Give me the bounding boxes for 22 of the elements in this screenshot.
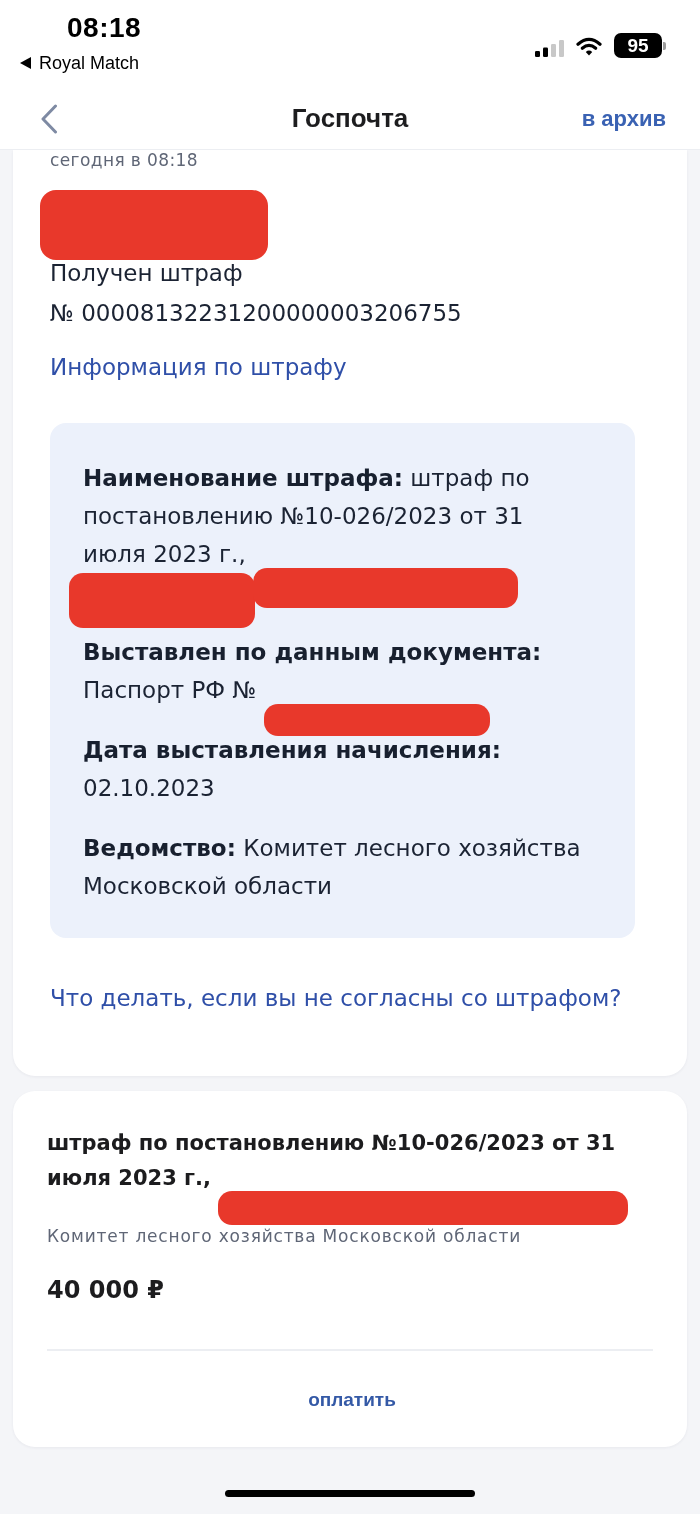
status-time: 08:18 (66, 12, 142, 44)
back-chevron-icon[interactable] (40, 103, 58, 134)
message-time: сегодня в 08:18 (50, 150, 200, 170)
back-app-link[interactable]: Royal Match (39, 53, 140, 73)
pay-button[interactable]: оплатить (284, 1378, 420, 1422)
fine-title: штраф по постановлению №10-026/2023 от 31 июля 2023 г., (47, 1131, 616, 1190)
battery-indicator: 95 (614, 33, 666, 58)
dispute-link[interactable]: Что делать, если вы не согласны со штрафом? (50, 978, 622, 1018)
fine-info-link[interactable]: Информация по штрафу (50, 347, 347, 387)
fine-detail-text: Выставлен по данным документа: Паспорт РФ № (83, 639, 542, 703)
fine-detail-text: Наименование штрафа: штраф по постановлению №10-026/2023 от 31 июля 2023 г., (83, 465, 530, 567)
wifi-icon (576, 37, 602, 56)
fine-number-text: № 00008132231200000003206755 (50, 299, 463, 328)
fine-detail-text: Ведомство: Комитет лесного хозяйства Московской области (83, 835, 581, 899)
message-subject: Получен штраф (50, 259, 244, 288)
screen-title: Госпочта (291, 102, 409, 135)
archive-link[interactable]: в архив (581, 102, 666, 135)
agency-name: Комитет лесного хозяйства Московской области (47, 1225, 523, 1247)
fine-detail-text: Дата выставления начисления: 02.10.2023 (83, 737, 501, 801)
signal-bars-icon (535, 40, 564, 57)
fine-amount: 40 000 ₽ (47, 1275, 165, 1305)
back-triangle-icon[interactable] (20, 57, 31, 69)
